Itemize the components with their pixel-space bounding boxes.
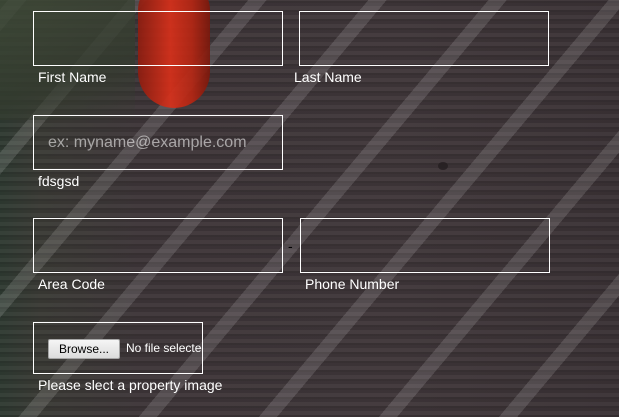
last-name-input[interactable] <box>299 11 549 66</box>
email-input[interactable] <box>33 115 283 170</box>
email-label: fdsgsd <box>38 173 80 189</box>
area-code-label: Area Code <box>38 276 105 292</box>
first-name-input[interactable] <box>33 11 283 66</box>
phone-separator: - <box>288 238 293 254</box>
file-status-text: No file selected. <box>126 341 203 355</box>
phone-number-input[interactable] <box>300 218 550 273</box>
property-image-label: Please slect a property image <box>38 377 223 393</box>
first-name-label: First Name <box>38 69 107 85</box>
phone-number-label: Phone Number <box>305 276 400 292</box>
property-image-file-input[interactable]: Browse... No file selected. <box>33 322 203 374</box>
background-wood-knot <box>438 162 448 170</box>
browse-button[interactable]: Browse... <box>48 339 120 359</box>
last-name-label: Last Name <box>294 69 362 85</box>
area-code-input[interactable] <box>33 218 283 273</box>
